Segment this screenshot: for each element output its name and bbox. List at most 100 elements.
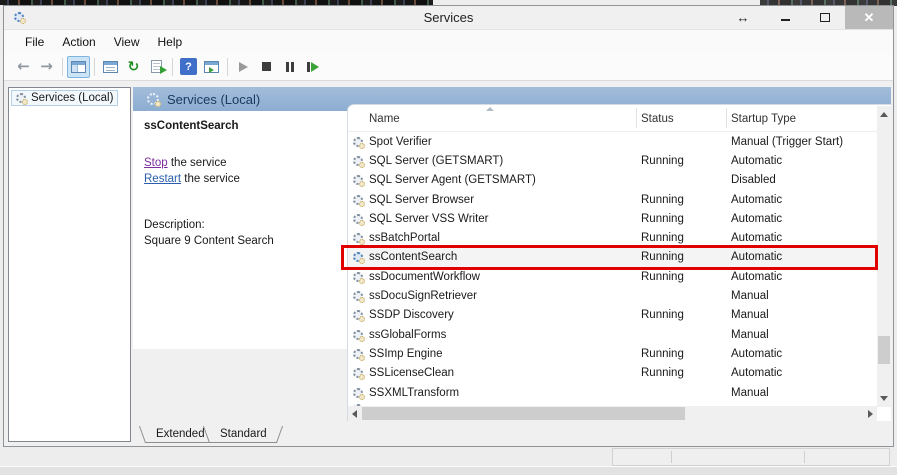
restart-service-button[interactable] [301, 56, 324, 78]
service-row[interactable]: SQL Server VSS Writer Running Automatic [348, 209, 877, 228]
minimize-button[interactable] [765, 6, 805, 29]
column-header-status[interactable]: Status [641, 113, 674, 125]
scroll-down-icon[interactable] [880, 396, 888, 401]
service-startup-type: Manual [731, 329, 769, 341]
maximize-button[interactable] [805, 6, 845, 29]
service-row[interactable]: ssDocumentWorkflow Running Automatic [348, 267, 877, 286]
service-status: Running [641, 232, 684, 244]
service-startup-type: Manual [731, 309, 769, 321]
service-row[interactable]: Spot Verifier Manual (Trigger Start) [348, 132, 877, 151]
service-startup-type: Automatic [731, 155, 782, 167]
export-list-button[interactable] [145, 56, 168, 78]
service-gear-icon [353, 156, 363, 166]
back-button[interactable]: ← [12, 56, 35, 78]
service-gear-icon [353, 368, 363, 378]
service-row-highlighted[interactable]: ssContentSearch Running Automatic [348, 248, 877, 267]
services-gear-icon [16, 93, 26, 103]
properties-icon [103, 61, 118, 73]
menu-help[interactable]: Help [149, 32, 192, 52]
service-startup-type: Disabled [731, 174, 776, 186]
tab-standard[interactable]: Standard [206, 426, 281, 443]
show-console-tree-button[interactable] [67, 56, 90, 78]
pause-service-button[interactable] [278, 56, 301, 78]
resize-icon[interactable]: ↔ [721, 6, 765, 29]
restart-service-link[interactable]: Restart [144, 173, 181, 185]
show-action-pane-button[interactable] [200, 56, 223, 78]
vertical-scroll-thumb[interactable] [878, 336, 890, 364]
menu-file[interactable]: File [16, 32, 53, 52]
service-name: SSImp Engine [369, 348, 443, 360]
toolbar-separator [172, 58, 173, 76]
stop-service-link[interactable]: Stop [144, 157, 168, 169]
service-name: ssBatchPortal [369, 232, 440, 244]
service-row[interactable]: SSDP Discovery Running Manual [348, 306, 877, 325]
forward-arrow-icon: → [40, 59, 53, 74]
service-row[interactable]: SQL Server (GETSMART) Running Automatic [348, 151, 877, 170]
start-service-button[interactable] [232, 56, 255, 78]
service-gear-icon [353, 214, 363, 224]
column-separator[interactable] [636, 108, 637, 128]
properties-button[interactable] [99, 56, 122, 78]
stop-line-text: the service [168, 157, 227, 169]
service-row[interactable]: SSXMLTransform Manual [348, 383, 877, 402]
forward-button[interactable]: → [35, 56, 58, 78]
restart-icon [307, 62, 319, 72]
stop-service-button[interactable] [255, 56, 278, 78]
menu-view[interactable]: View [105, 32, 149, 52]
service-gear-icon [353, 330, 363, 340]
service-startup-type: Automatic [731, 271, 782, 283]
scroll-right-icon[interactable] [868, 410, 873, 418]
service-gear-icon [353, 233, 363, 243]
service-row[interactable]: SQL Server Agent (GETSMART) Disabled [348, 171, 877, 190]
horizontal-scrollbar[interactable] [348, 406, 877, 421]
horizontal-scroll-thumb[interactable] [362, 407, 685, 420]
play-icon [239, 62, 248, 72]
service-name: ssContentSearch [369, 251, 457, 263]
service-status: Running [641, 155, 684, 167]
service-row[interactable]: SQL Server Browser Running Automatic [348, 190, 877, 209]
restart-line-text: the service [181, 173, 240, 185]
titlebar[interactable]: Services ↔ ✕ [4, 6, 893, 29]
tree-item-services-local[interactable]: Services (Local) [11, 90, 118, 106]
service-row[interactable]: ssDocuSignRetriever Manual [348, 286, 877, 305]
close-button[interactable]: ✕ [845, 6, 893, 29]
service-name: SQL Server Agent (GETSMART) [369, 174, 536, 186]
service-row[interactable]: SSImp Engine Running Automatic [348, 344, 877, 363]
vertical-scrollbar[interactable] [877, 106, 891, 407]
help-button[interactable]: ? [177, 56, 200, 78]
description-text: Square 9 Content Search [144, 235, 274, 247]
column-header-name[interactable]: Name [369, 113, 400, 125]
stop-service-line: Stop the service [144, 157, 226, 169]
tab-standard-label: Standard [206, 426, 281, 440]
export-list-icon [151, 60, 162, 73]
service-row[interactable]: ssGlobalForms Manual [348, 325, 877, 344]
service-status: Running [641, 271, 684, 283]
background-window-footer [612, 448, 890, 466]
service-info-panel: ssContentSearch Stop the service Restart… [135, 113, 341, 349]
refresh-icon: ↻ [128, 60, 140, 74]
toolbar-separator [94, 58, 95, 76]
scroll-up-icon[interactable] [880, 112, 888, 117]
scroll-left-icon[interactable] [352, 410, 357, 418]
content-area: Services (Local) Services (Local) ssCont… [4, 81, 893, 446]
service-row[interactable]: SSLicenseClean Running Automatic [348, 364, 877, 383]
refresh-button[interactable]: ↻ [122, 56, 145, 78]
sort-ascending-icon [486, 107, 494, 111]
service-status: Running [641, 251, 684, 263]
service-name: ssGlobalForms [369, 329, 446, 341]
service-gear-icon [353, 291, 363, 301]
column-headers: Name Status Startup Type [348, 105, 877, 132]
service-startup-type: Automatic [731, 194, 782, 206]
service-status: Running [641, 367, 684, 379]
column-separator[interactable] [726, 108, 727, 128]
column-header-startup-type[interactable]: Startup Type [731, 113, 796, 125]
menu-action[interactable]: Action [53, 32, 104, 52]
console-tree-panel: Services (Local) [8, 87, 131, 442]
pane-header-gear-icon [147, 93, 159, 105]
service-startup-type: Automatic [731, 232, 782, 244]
stop-icon [262, 62, 271, 71]
service-row[interactable]: ssBatchPortal Running Automatic [348, 228, 877, 247]
service-status: Running [641, 348, 684, 360]
menu-bar: File Action View Help [4, 29, 893, 53]
selected-service-name: ssContentSearch [144, 120, 239, 132]
